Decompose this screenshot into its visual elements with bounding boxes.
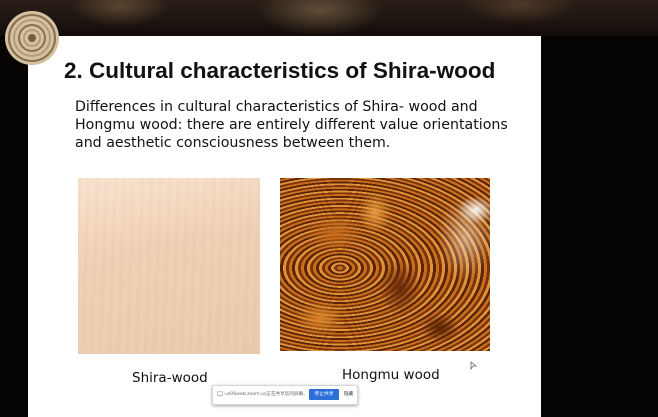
background-right-margin	[541, 36, 658, 417]
stop-sharing-button[interactable]: 停止共享	[309, 389, 339, 400]
screen-share-icon	[217, 391, 223, 397]
hongmu-wood-caption: Hongmu wood	[342, 367, 440, 383]
screen-share-message: us06web.zoom.us正在共享您的屏幕。	[225, 392, 308, 397]
logo-ring-icon	[5, 11, 59, 65]
shira-wood-caption: Shira-wood	[132, 370, 208, 386]
background-wood-strip	[0, 0, 658, 36]
slide-body-line: Hongmu wood: there are entirely differen…	[75, 117, 508, 133]
presentation-slide: 2. Cultural characteristics of Shira-woo…	[28, 36, 541, 417]
hide-notification-button[interactable]: 隐藏	[342, 389, 355, 400]
background-left-margin	[0, 36, 28, 417]
screen-share-notification: us06web.zoom.us正在共享您的屏幕。 停止共享 隐藏	[212, 385, 358, 405]
cursor-arrow-icon	[470, 361, 478, 370]
slide-title: 2. Cultural characteristics of Shira-woo…	[64, 58, 496, 83]
slide-body-line: and aesthetic consciousness between them…	[75, 135, 391, 151]
shira-wood-photo	[78, 178, 260, 354]
hongmu-wood-photo	[280, 178, 490, 351]
slide-body-text: Differences in cultural characteristics …	[75, 98, 508, 152]
slide-body-line: Differences in cultural characteristics …	[75, 99, 478, 115]
